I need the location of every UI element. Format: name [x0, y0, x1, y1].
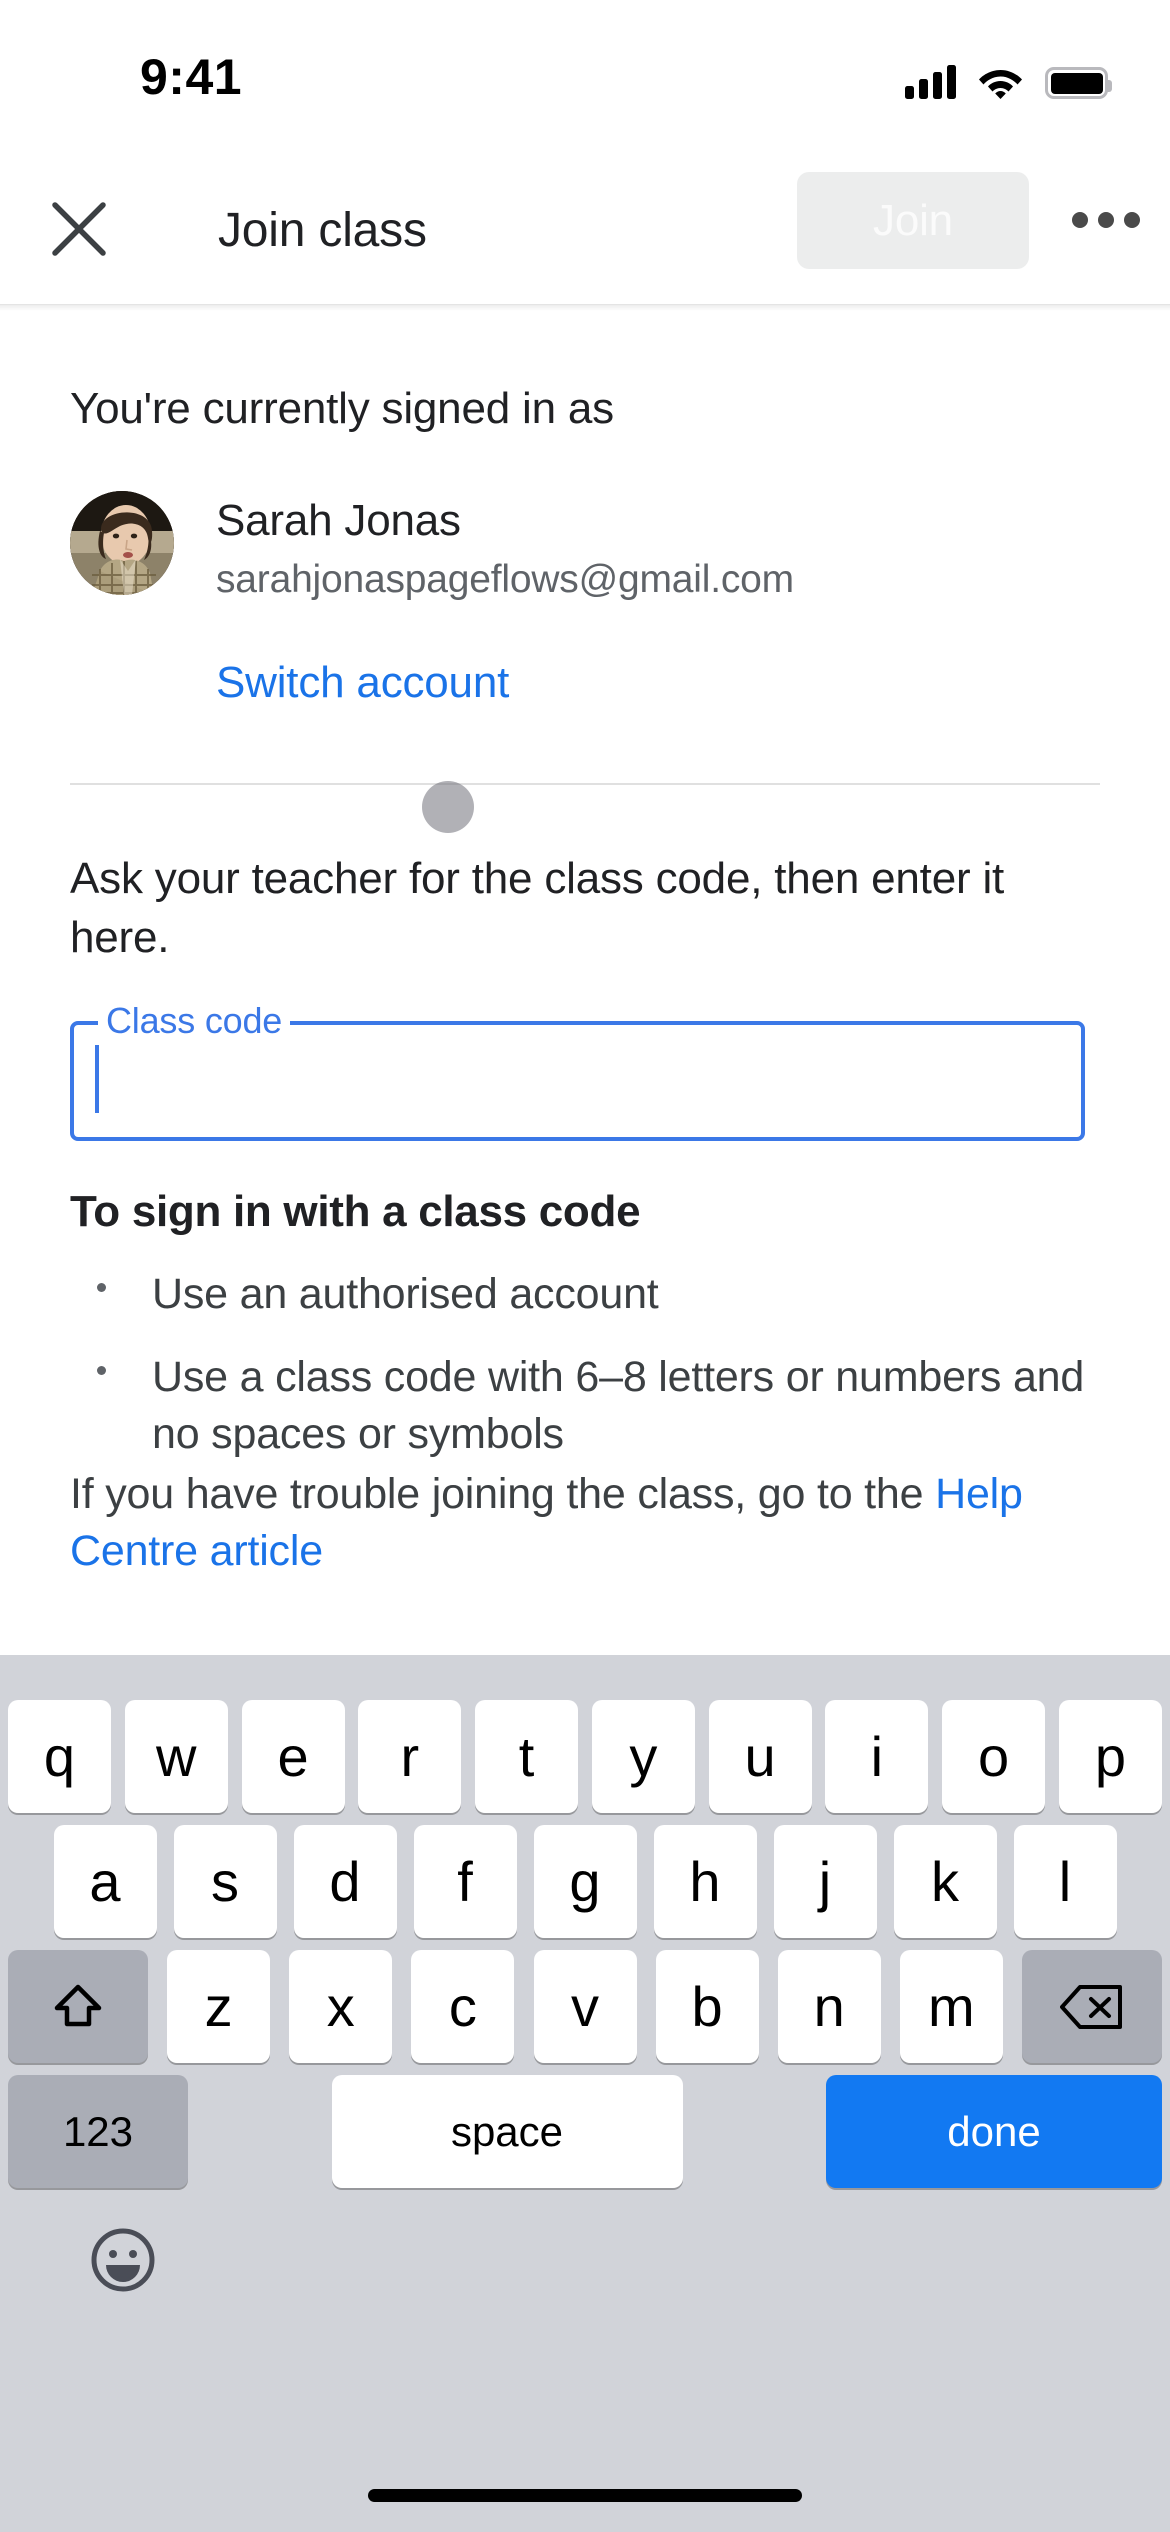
- key-i[interactable]: i: [825, 1700, 929, 1813]
- class-code-field[interactable]: Class code: [70, 1000, 1085, 1141]
- touch-indicator: [422, 781, 474, 833]
- key-p[interactable]: p: [1058, 1700, 1162, 1813]
- key-b[interactable]: b: [655, 1950, 759, 2063]
- join-button[interactable]: Join: [797, 172, 1029, 269]
- more-options-icon[interactable]: [1072, 212, 1140, 228]
- key-s[interactable]: s: [173, 1825, 277, 1938]
- bullet-dot: [97, 1365, 106, 1375]
- trouble-text-prefix: If you have trouble joining the class, g…: [70, 1470, 936, 1518]
- key-d[interactable]: d: [293, 1825, 397, 1938]
- done-key[interactable]: done: [826, 2075, 1162, 2188]
- key-y[interactable]: y: [591, 1700, 695, 1813]
- backspace-icon[interactable]: [1022, 1950, 1162, 2063]
- key-j[interactable]: j: [773, 1825, 877, 1938]
- key-q[interactable]: q: [8, 1700, 111, 1813]
- close-icon[interactable]: [48, 198, 110, 260]
- key-g[interactable]: g: [533, 1825, 637, 1938]
- key-k[interactable]: k: [893, 1825, 997, 1938]
- class-code-label: Class code: [98, 1000, 291, 1042]
- cellular-signal-icon: [905, 65, 956, 99]
- bullet-dot: [97, 1283, 106, 1292]
- page-title: Join class: [218, 204, 427, 257]
- list-item-label: Use an authorised account: [152, 1270, 659, 1318]
- key-n[interactable]: n: [777, 1950, 881, 2063]
- keyboard-row-4: 123 space done: [0, 2075, 1170, 2188]
- key-l[interactable]: l: [1013, 1825, 1117, 1938]
- key-c[interactable]: c: [411, 1950, 515, 2063]
- howto-heading: To sign in with a class code: [70, 1187, 641, 1236]
- text-caret: [95, 1045, 99, 1113]
- home-indicator: [368, 2489, 802, 2502]
- howto-bullet-list: Use an authorised account Use a class co…: [70, 1266, 1100, 1488]
- trouble-text: If you have trouble joining the class, g…: [70, 1466, 1100, 1580]
- account-email: sarahjonaspageflows@gmail.com: [216, 558, 794, 601]
- key-a[interactable]: a: [53, 1825, 157, 1938]
- key-w[interactable]: w: [124, 1700, 228, 1813]
- key-u[interactable]: u: [708, 1700, 812, 1813]
- status-bar-time: 9:41: [140, 49, 243, 105]
- key-e[interactable]: e: [241, 1700, 345, 1813]
- account-name: Sarah Jonas: [216, 496, 461, 545]
- status-bar: 9:41: [0, 0, 1170, 150]
- wifi-icon: [978, 65, 1023, 99]
- list-item: Use a class code with 6–8 letters or num…: [70, 1349, 1100, 1463]
- key-o[interactable]: o: [942, 1700, 1046, 1813]
- avatar: [70, 491, 174, 595]
- key-t[interactable]: t: [475, 1700, 579, 1813]
- section-divider: [70, 783, 1100, 785]
- keyboard-row-3: z x c v b n m: [0, 1950, 1170, 2063]
- key-m[interactable]: m: [899, 1950, 1003, 2063]
- on-screen-keyboard: q w e r t y u i o p a s d f g h j k l z …: [0, 1655, 1170, 2532]
- key-r[interactable]: r: [358, 1700, 462, 1813]
- switch-account-link[interactable]: Switch account: [216, 658, 509, 708]
- list-item: Use an authorised account: [70, 1266, 1100, 1323]
- space-key[interactable]: space: [331, 2075, 683, 2188]
- class-code-instruction: Ask your teacher for the class code, the…: [70, 854, 1005, 962]
- battery-icon: [1045, 67, 1112, 99]
- key-v[interactable]: v: [533, 1950, 637, 2063]
- emoji-icon[interactable]: [88, 2225, 158, 2295]
- key-h[interactable]: h: [653, 1825, 757, 1938]
- key-x[interactable]: x: [289, 1950, 393, 2063]
- key-f[interactable]: f: [413, 1825, 517, 1938]
- keyboard-row-1: q w e r t y u i o p: [0, 1700, 1170, 1813]
- keyboard-row-2: a s d f g h j k l: [0, 1825, 1170, 1938]
- list-item-label: Use a class code with 6–8 letters or num…: [152, 1352, 1085, 1458]
- shift-icon[interactable]: [8, 1950, 148, 2063]
- app-bar-shadow: [0, 305, 1170, 311]
- phone-screen: 9:41 Join class Join You're currently si…: [0, 0, 1170, 2532]
- status-bar-icons: [905, 55, 1112, 99]
- key-z[interactable]: z: [167, 1950, 271, 2063]
- signed-in-label: You're currently signed in as: [70, 384, 614, 433]
- numbers-key[interactable]: 123: [8, 2075, 188, 2188]
